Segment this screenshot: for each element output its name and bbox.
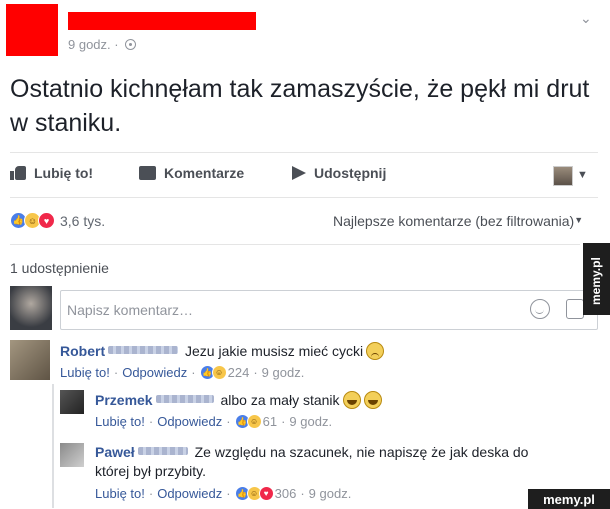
- author-avatar-redacted[interactable]: [6, 4, 58, 56]
- like-label: Lubię to!: [34, 165, 94, 181]
- share-arrow-icon: [292, 166, 306, 180]
- reaction-count: 3,6 tys.: [60, 212, 106, 229]
- commenter-name[interactable]: Przemek: [95, 392, 153, 408]
- redacted-surname: [108, 346, 179, 354]
- comment-time[interactable]: 9 godz.: [262, 365, 305, 380]
- emoji-icon[interactable]: [530, 299, 550, 319]
- divider: [10, 197, 598, 198]
- comment-text: Jezu jakie musisz mieć cycki: [185, 343, 364, 359]
- comment-reply-link[interactable]: Odpowiedz: [157, 414, 222, 429]
- comment-icon: [139, 166, 156, 180]
- shares-count-link[interactable]: 1 udostępnienie: [10, 260, 109, 276]
- redacted-surname: [155, 395, 214, 403]
- comment-meta: Lubię to! · Odpowiedz · 👍 ☺ 61 · 9 godz.: [95, 414, 333, 429]
- sticker-icon[interactable]: [566, 299, 584, 319]
- share-label: Udostępnij: [314, 165, 387, 181]
- haha-reaction-icon: ☺: [246, 414, 262, 429]
- comment-reaction-count[interactable]: 224: [228, 365, 250, 380]
- commenter-name[interactable]: Robert: [60, 343, 105, 359]
- commenter-avatar[interactable]: [10, 340, 50, 380]
- divider: [10, 244, 580, 245]
- post-text: Ostatnio kichnęłam tak zamaszyście, że p…: [10, 75, 590, 137]
- comment-like-link[interactable]: Lubię to!: [95, 414, 145, 429]
- comment: Przemek albo za mały stanik: [95, 391, 585, 410]
- comment-reaction-count[interactable]: 61: [263, 414, 277, 429]
- comment-meta: Lubię to! · Odpowiedz · 👍 ☺ ♥ 306 · 9 godz.: [95, 486, 352, 501]
- comment-time[interactable]: 9 godz.: [289, 414, 332, 429]
- laughing-emoji-icon: [363, 391, 382, 409]
- laughing-emoji-icon: [342, 391, 361, 409]
- love-reaction-icon: ♥: [258, 486, 274, 501]
- comment-reply-link[interactable]: Odpowiedz: [122, 365, 187, 380]
- share-button[interactable]: Udostępnij: [292, 165, 386, 181]
- reactions-summary[interactable]: 👍 ☺ ♥ 3,6 tys.: [10, 212, 105, 229]
- redacted-surname: [137, 447, 188, 455]
- post-options-chevron-icon[interactable]: ⌄: [580, 10, 592, 27]
- comment-label: Komentarze: [164, 165, 245, 181]
- divider: [10, 152, 598, 153]
- comment-text: albo za mały stanik: [220, 392, 340, 408]
- commenter-name[interactable]: Paweł: [95, 444, 135, 460]
- memy-watermark-bottom: memy.pl: [528, 489, 610, 509]
- comment-time[interactable]: 9 godz.: [309, 486, 352, 501]
- haha-reaction-icon: ☺: [211, 365, 227, 380]
- comment-reaction-count[interactable]: 306: [275, 486, 297, 501]
- comment-input-placeholder: Napisz komentarz…: [67, 302, 194, 318]
- comment-like-link[interactable]: Lubię to!: [60, 365, 110, 380]
- love-reaction-icon: ♥: [38, 212, 55, 229]
- thumbs-up-icon: [10, 166, 26, 180]
- globe-icon: [125, 39, 137, 50]
- comment-like-link[interactable]: Lubię to!: [95, 486, 145, 501]
- comment-meta: Lubię to! · Odpowiedz · 👍 ☺ 224 · 9 godz.: [60, 365, 305, 380]
- viewer-avatar: [10, 286, 52, 330]
- author-name-redacted[interactable]: [68, 12, 256, 30]
- post-timestamp[interactable]: 9 godz. ·: [68, 37, 137, 52]
- comment-filter-dropdown[interactable]: Najlepsze komentarze (bez filtrowania)▼: [333, 213, 583, 229]
- comment-button[interactable]: Komentarze: [139, 165, 244, 181]
- comment: Robert Jezu jakie musisz mieć cycki: [60, 342, 580, 361]
- post-as-avatar[interactable]: [553, 166, 573, 186]
- memy-watermark-side: memy.pl: [583, 243, 610, 315]
- commenter-avatar[interactable]: [60, 443, 84, 467]
- caret-down-icon[interactable]: ▼: [577, 169, 588, 181]
- comment: Paweł Ze względu na szacunek, nie napisz…: [95, 443, 565, 481]
- comment-reply-link[interactable]: Odpowiedz: [157, 486, 222, 501]
- like-button[interactable]: Lubię to!: [10, 165, 93, 181]
- sad-emoji-icon: [366, 342, 385, 360]
- reply-thread-line: [52, 384, 54, 508]
- commenter-avatar[interactable]: [60, 390, 84, 414]
